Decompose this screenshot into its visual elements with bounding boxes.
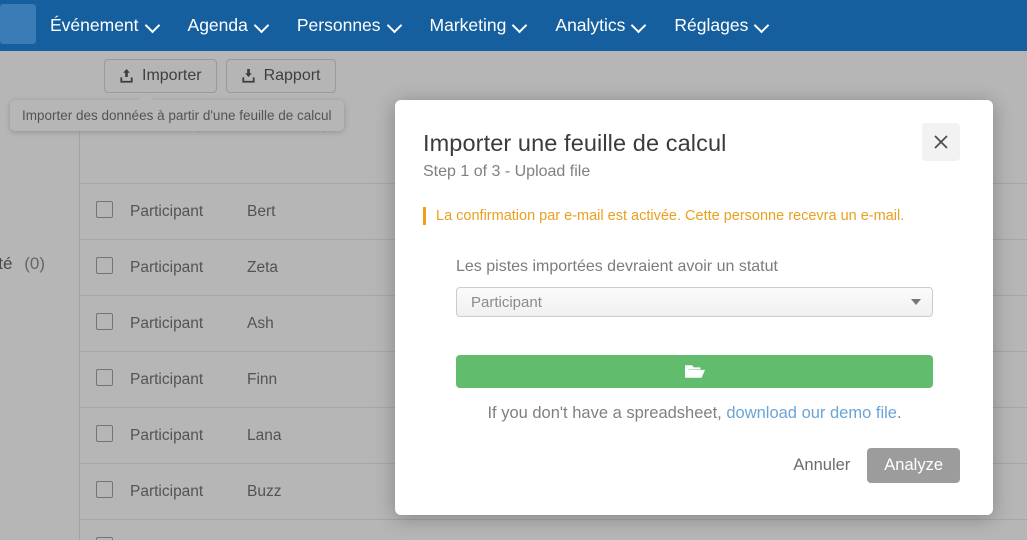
demo-file-hint: If you don't have a spreadsheet, downloa… [456,404,933,423]
nav-item-label: Marketing [429,15,507,35]
nav-item-label: Événement [50,15,139,35]
email-confirmation-warning: La confirmation par e-mail est activée. … [423,207,958,226]
nav-item-marketing[interactable]: Marketing [416,0,542,51]
status-field-label: Les pistes importées devraient avoir un … [456,258,778,276]
nav-item-label: Personnes [296,15,381,35]
upload-file-button[interactable] [456,355,933,389]
download-demo-file-link[interactable]: download our demo file [726,404,897,422]
import-spreadsheet-modal: Importer une feuille de calcul Step 1 of… [395,100,993,515]
close-icon [934,135,948,149]
nav-item-analytics[interactable]: Analytics [541,0,660,51]
modal-actions: Annuler Analyze [793,448,960,483]
chevron-down-icon [633,18,646,31]
nav-item-label: Analytics [555,15,626,35]
top-navigation-bar: Événement Agenda Personnes Marketing Ana… [0,0,1027,51]
nav-item-evenement[interactable]: Événement [36,0,174,51]
chevron-down-icon [514,18,527,31]
nav-item-agenda[interactable]: Agenda [174,0,283,51]
status-select[interactable]: Participant [456,287,933,318]
demo-hint-suffix: . [896,404,902,423]
chevron-down-icon [389,18,402,31]
analyze-button[interactable]: Analyze [867,448,960,483]
chevron-down-icon [147,18,160,31]
chevron-down-icon [256,18,269,31]
close-button[interactable] [922,123,960,161]
app-logo-tile[interactable] [0,4,36,44]
nav-item-personnes[interactable]: Personnes [283,0,416,51]
chevron-down-icon [911,299,921,306]
nav-item-label: Agenda [187,15,248,35]
nav-item-reglages[interactable]: Réglages [660,0,783,51]
demo-hint-prefix: If you don't have a spreadsheet, [487,404,727,423]
modal-step-subtitle: Step 1 of 3 - Upload file [423,163,591,180]
nav-item-label: Réglages [674,15,749,35]
modal-title: Importer une feuille de calcul [423,130,727,156]
status-select-value: Participant [471,293,542,311]
chevron-down-icon [756,18,769,31]
cancel-button[interactable]: Annuler [793,456,850,475]
folder-open-icon [684,365,705,378]
